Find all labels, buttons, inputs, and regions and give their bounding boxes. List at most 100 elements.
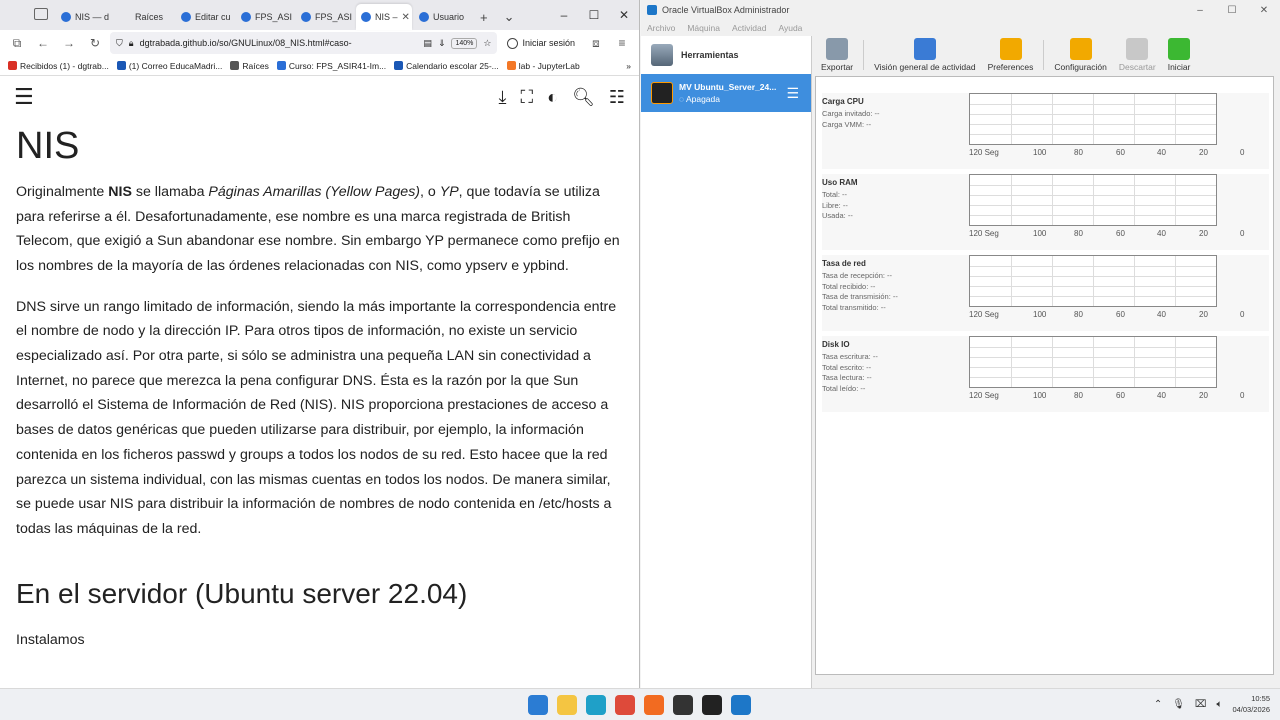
save-page-icon[interactable]: ⇓ [438,38,446,49]
search-icon[interactable]: 🔍︎ [572,87,595,108]
vbox-toolbar-button[interactable]: Exportar [817,38,857,74]
fullscreen-icon[interactable]: ⛶ [521,87,534,108]
edge-icon[interactable] [586,695,606,715]
vbox-menu-item[interactable]: Ayuda [778,23,802,33]
maximize-icon[interactable]: ☐ [579,8,609,22]
toolbar-button-icon [826,38,849,60]
windows-start-icon[interactable] [528,695,548,715]
minimize-icon[interactable]: – [549,8,579,22]
signin-button[interactable]: Iniciar sesión [501,37,581,49]
chrome-icon[interactable] [615,695,635,715]
axis-tick-label: 120 Seg [969,229,999,238]
browser-tab[interactable]: FPS_ASI [296,4,354,30]
file-explorer-icon[interactable] [557,695,577,715]
virtualbox-icon[interactable] [731,695,751,715]
bookmark-item[interactable]: Recibidos (1) - dgtrab... [8,61,109,71]
list-all-tabs-icon[interactable]: ⌄ [496,4,523,30]
vbox-titlebar: Oracle VirtualBox Administrador – ☐ ✕ [641,0,1280,20]
vbox-maximize-icon[interactable]: ☐ [1216,5,1248,16]
vbox-toolbar-button[interactable]: Visión general de actividad [870,38,979,74]
vm-item-ubuntu[interactable]: MV Ubuntu_Server_24... ◌ Apagada ☰ [641,74,811,112]
extensions-icon[interactable]: ⧈ [585,36,607,51]
axis-tick-label: 40 [1157,148,1166,157]
download-icon[interactable]: ⤓ [499,87,507,108]
bookmark-item[interactable]: (1) Correo EducaMadri... [116,61,222,71]
shield-icon[interactable]: ⛉ [116,38,123,49]
tray-chevron-icon[interactable]: ⌃ [1154,699,1162,710]
browser-tab[interactable]: Editar cu [176,4,234,30]
close-window-icon[interactable]: ✕ [609,8,639,22]
volume-icon[interactable]: 🔈︎ [1216,699,1222,710]
firefox-icon[interactable] [644,695,664,715]
axis-tick-label: 40 [1157,310,1166,319]
clock[interactable]: 10:55 04/03/2026 [1232,693,1270,715]
close-tab-icon[interactable]: ✕ [402,12,410,23]
browser-tab[interactable]: NIS — d [56,4,114,30]
vbox-menu-item[interactable]: Archivo [647,23,675,33]
axis-tick-label: 120 Seg [969,310,999,319]
network-icon[interactable]: ⌧ [1195,699,1207,710]
toolbar-button-icon [1168,38,1191,60]
tools-icon [651,44,673,66]
tab-overview-icon[interactable] [34,8,48,20]
bookmark-item[interactable]: lab - JupyterLab [506,60,580,71]
virtualbox-logo-icon [647,5,657,15]
panel-title: Uso RAM [822,178,858,187]
app-menu-icon[interactable]: ≡ [611,36,633,50]
tab-favicon-icon [361,12,371,22]
theme-toggle-icon[interactable]: ◐ [547,87,558,108]
axis-tick-label: 120 Seg [969,391,999,400]
new-tab-icon[interactable]: + [472,4,496,30]
activity-panel: Carga CPU Carga invitado: -- Carga VMM: --… [822,93,1269,169]
reader-view-icon[interactable]: ▤ [423,38,432,49]
reload-icon[interactable]: ↻ [84,36,106,50]
vbox-close-icon[interactable]: ✕ [1248,5,1280,16]
tab-favicon-icon [419,12,429,22]
bookmark-label: Recibidos (1) - dgtrab... [20,60,109,71]
obs-recording-icon[interactable] [702,695,722,715]
more-bookmarks-icon[interactable]: » [626,61,631,71]
url-text[interactable]: dgtrabada.github.io/so/GNULinux/08_NIS.h… [140,38,418,48]
vbox-toolbar-button[interactable]: Configuración [1050,38,1110,74]
toc-list-icon[interactable]: ☷ [609,87,625,108]
vbox-toolbar-button[interactable]: Preferences [984,38,1038,74]
panel-stats: Total: -- Libre: -- Usada: -- [822,190,853,222]
obs-icon[interactable] [673,695,693,715]
bookmark-item[interactable]: Calendario escolar 25-... [394,61,499,71]
browser-tab[interactable]: Raíces [116,4,174,30]
microphone-icon[interactable]: 🎙︎ [1172,699,1185,710]
tools-item[interactable]: Herramientas [641,36,811,74]
vbox-toolbar-button[interactable]: Iniciar [1164,38,1195,74]
url-bar[interactable]: ⛉ 🔒︎ dgtrabada.github.io/so/GNULinux/08_… [110,32,498,54]
back-icon[interactable]: ← [32,36,54,50]
bookmark-label: lab - JupyterLab [518,60,580,71]
hamburger-menu-icon[interactable]: ☰ [14,84,34,110]
axis-tick-label: 20 [1199,310,1208,319]
browser-tab[interactable]: NIS – ✕ [356,4,412,30]
browser-tab[interactable]: Usuario [414,4,472,30]
sidebar-icon[interactable]: ⧉ [6,36,28,51]
bookmark-favicon-icon [506,61,516,70]
panel-stat-line: Total recibido: -- [822,281,876,291]
activity-graph [969,336,1217,388]
lock-icon[interactable]: 🔒︎ [129,38,134,49]
bookmark-label: Curso: FPS_ASIR41-Im... [288,60,387,71]
taskbar-apps [528,695,751,715]
zoom-level[interactable]: 140% [451,37,478,49]
bookmark-item[interactable]: Curso: FPS_ASIR41-Im... [276,60,387,71]
panel-title: Disk IO [822,340,850,349]
vbox-menu-item[interactable]: Actividad [732,23,767,33]
activity-panel: Disk IO Tasa escritura: -- Total escrito: … [822,336,1269,412]
vbox-toolbar-button[interactable]: Descartar [1115,38,1160,74]
axis-tick-label: 20 [1199,391,1208,400]
forward-icon[interactable]: → [58,36,80,50]
vm-state: Apagada [685,94,720,104]
vbox-minimize-icon[interactable]: – [1184,5,1216,16]
clock-time: 10:55 [1251,694,1270,703]
bookmark-item[interactable]: Raíces [230,61,269,71]
panel-stat-line: Tasa de transmisión: -- [822,292,898,301]
browser-tab[interactable]: FPS_ASI [236,4,294,30]
bookmark-star-icon[interactable]: ☆ [483,38,491,49]
vbox-menu-item[interactable]: Máquina [687,23,720,33]
vm-details-menu-icon[interactable]: ☰ [786,85,799,102]
